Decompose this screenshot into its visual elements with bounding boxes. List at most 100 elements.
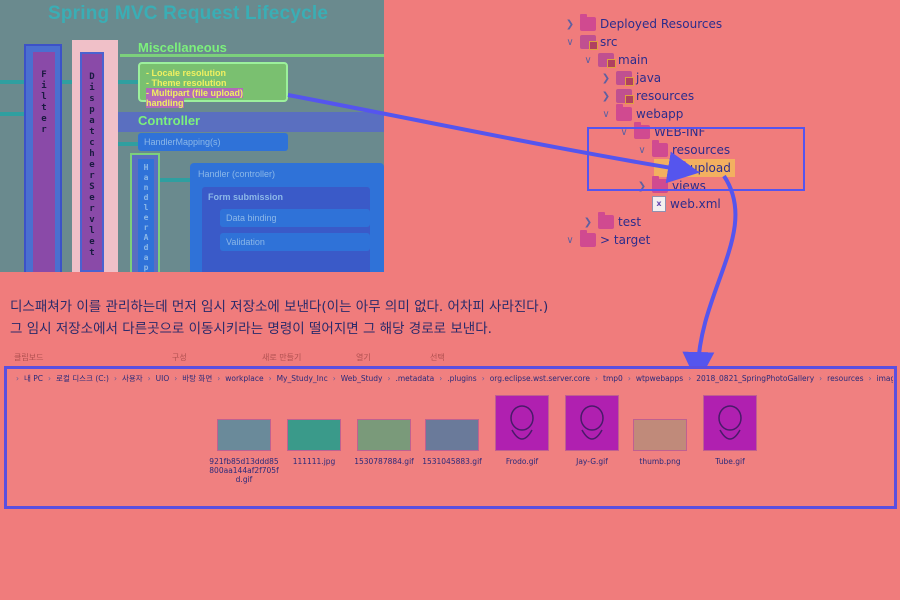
tree-item-java[interactable]: ❯ java: [600, 69, 661, 87]
breadcrumb-item[interactable]: 내 PC: [24, 373, 43, 384]
file-item[interactable]: Tube.gif: [695, 389, 765, 466]
tree-item-main[interactable]: ∨ main: [582, 51, 648, 69]
tree-item-deployed-resources[interactable]: ❯ Deployed Resources: [564, 14, 723, 33]
breadcrumb-item[interactable]: .plugins: [447, 374, 477, 383]
file-item[interactable]: 111111.jpg: [279, 389, 349, 466]
folder-icon: [598, 212, 614, 229]
breadcrumb-item[interactable]: 바탕 화면: [182, 373, 212, 384]
file-item[interactable]: thumb.png: [625, 389, 695, 466]
form-submission-label: Form submission: [208, 192, 284, 202]
misc-item-locale: - Locale resolution: [146, 68, 227, 78]
breadcrumb-item[interactable]: wtpwebapps: [636, 374, 683, 383]
breadcrumb-item[interactable]: My_Study_Inc: [277, 374, 328, 383]
breadcrumb-separator-icon[interactable]: ›: [217, 374, 220, 383]
ribbon-clipboard[interactable]: 클립보드: [14, 352, 43, 363]
breadcrumb-separator-icon[interactable]: ›: [439, 374, 442, 383]
file-name: 111111.jpg: [292, 457, 336, 466]
file-thumbnail: [287, 419, 341, 451]
chevron-right-icon[interactable]: ❯: [582, 217, 594, 228]
chevron-down-icon[interactable]: ∨: [564, 235, 576, 246]
package-folder-icon: [616, 71, 634, 86]
tree-item-webapp[interactable]: ∨ webapp: [600, 104, 683, 123]
handler-adapter-block: HandlerAdapter: [130, 153, 160, 272]
breadcrumb-separator-icon[interactable]: ›: [269, 374, 272, 383]
ribbon-new[interactable]: 새로 만들기: [262, 352, 301, 363]
chevron-down-icon[interactable]: ∨: [636, 145, 648, 156]
breadcrumb-item[interactable]: tmp0: [603, 374, 623, 383]
tree-item-web-inf[interactable]: ∨ WEB-INF: [618, 122, 705, 141]
address-bar[interactable]: › 내 PC › 로컬 디스크 (C:) › 사용자 › UIO › 바탕 화면 › workplac…: [7, 371, 893, 385]
chevron-down-icon[interactable]: ∨: [618, 127, 630, 138]
tree-item-label: resources: [636, 89, 695, 103]
folder-icon: [634, 122, 650, 139]
chevron-right-icon[interactable]: ❯: [600, 73, 612, 84]
breadcrumb-separator-icon[interactable]: ›: [869, 374, 872, 383]
data-binding-box: Data binding: [220, 209, 370, 227]
filter-block: Filter: [24, 44, 62, 272]
file-item[interactable]: 1530787884.gif: [349, 389, 419, 466]
folder-icon: [652, 176, 668, 193]
controller-heading: Controller: [138, 113, 201, 128]
breadcrumb-separator-icon[interactable]: ›: [333, 374, 336, 383]
mapping-arrow: [118, 142, 138, 146]
breadcrumb-item[interactable]: 2018_0821_SpringPhotoGallery: [696, 374, 814, 383]
chevron-down-icon[interactable]: ∨: [582, 55, 594, 66]
tree-item-label: web.xml: [670, 197, 721, 211]
breadcrumb-item[interactable]: workplace: [225, 374, 263, 383]
breadcrumb-item[interactable]: 로컬 디스크 (C:): [56, 373, 109, 384]
project-explorer-tree: ❯ Deployed Resources ∨ src ∨ main ❯ java ❯ resour…: [560, 12, 900, 262]
misc-arrow: [118, 80, 138, 84]
breadcrumb-item[interactable]: UIO: [156, 374, 170, 383]
validation-box: Validation: [220, 233, 370, 251]
explanation-note: 디스패쳐가 이를 관리하는데 먼저 임시 저장소에 보낸다(이는 아무 의미 없…: [10, 296, 890, 340]
request-arrow: [0, 80, 24, 84]
folder-icon: [616, 104, 632, 121]
breadcrumb-separator-icon[interactable]: ›: [16, 374, 19, 383]
file-thumbnail: [217, 419, 271, 451]
package-folder-icon: [580, 35, 598, 50]
ribbon-organize[interactable]: 구성: [172, 352, 187, 363]
breadcrumb-item[interactable]: .metadata: [395, 374, 434, 383]
tree-item-test[interactable]: ❯ test: [582, 212, 641, 231]
tree-item-upload[interactable]: upload: [654, 158, 735, 177]
breadcrumb-separator-icon[interactable]: ›: [48, 374, 51, 383]
tree-item-src[interactable]: ∨ src: [564, 33, 618, 51]
tree-item-label: main: [618, 53, 648, 67]
file-thumbnail: [357, 419, 411, 451]
file-item[interactable]: 921fb85d13ddd85800aa144af2f705fd.gif: [209, 389, 279, 484]
file-item[interactable]: 1531045883.gif: [417, 389, 487, 466]
breadcrumb-separator-icon[interactable]: ›: [148, 374, 151, 383]
chevron-right-icon[interactable]: ❯: [636, 181, 648, 192]
tree-item-web-xml[interactable]: x web.xml: [636, 195, 721, 213]
chevron-right-icon[interactable]: ❯: [600, 91, 612, 102]
breadcrumb-separator-icon[interactable]: ›: [595, 374, 598, 383]
ribbon-select[interactable]: 선택: [430, 352, 445, 363]
tree-item-resources[interactable]: ∨ resources: [636, 140, 731, 159]
file-thumbnail: [495, 395, 549, 451]
breadcrumb-item[interactable]: image: [877, 374, 893, 383]
breadcrumb-separator-icon[interactable]: ›: [482, 374, 485, 383]
breadcrumb-separator-icon[interactable]: ›: [174, 374, 177, 383]
tree-item-views[interactable]: ❯ views: [636, 176, 706, 195]
breadcrumb-separator-icon[interactable]: ›: [387, 374, 390, 383]
ribbon-open[interactable]: 열기: [356, 352, 371, 363]
file-item[interactable]: Jay-G.gif: [557, 389, 627, 466]
breadcrumb-separator-icon[interactable]: ›: [114, 374, 117, 383]
tree-item-resources[interactable]: ❯ resources: [600, 87, 694, 105]
breadcrumb-item[interactable]: resources: [827, 374, 863, 383]
tree-item-target[interactable]: ∨ > target: [564, 230, 650, 249]
breadcrumb-item[interactable]: org.eclipse.wst.server.core: [490, 374, 590, 383]
misc-item-theme: - Theme resolution: [146, 78, 227, 88]
file-item[interactable]: Frodo.gif: [487, 389, 557, 466]
breadcrumb-item[interactable]: Web_Study: [341, 374, 383, 383]
breadcrumb-separator-icon[interactable]: ›: [628, 374, 631, 383]
tree-item-label: resources: [672, 143, 731, 157]
handler-controller-box: Handler (controller) Form submission Dat…: [190, 163, 384, 272]
chevron-down-icon[interactable]: ∨: [564, 37, 576, 48]
chevron-right-icon[interactable]: ❯: [564, 19, 576, 30]
tree-item-label: Deployed Resources: [600, 17, 723, 31]
breadcrumb-item[interactable]: 사용자: [122, 373, 143, 384]
breadcrumb-separator-icon[interactable]: ›: [688, 374, 691, 383]
breadcrumb-separator-icon[interactable]: ›: [819, 374, 822, 383]
chevron-down-icon[interactable]: ∨: [600, 109, 612, 120]
